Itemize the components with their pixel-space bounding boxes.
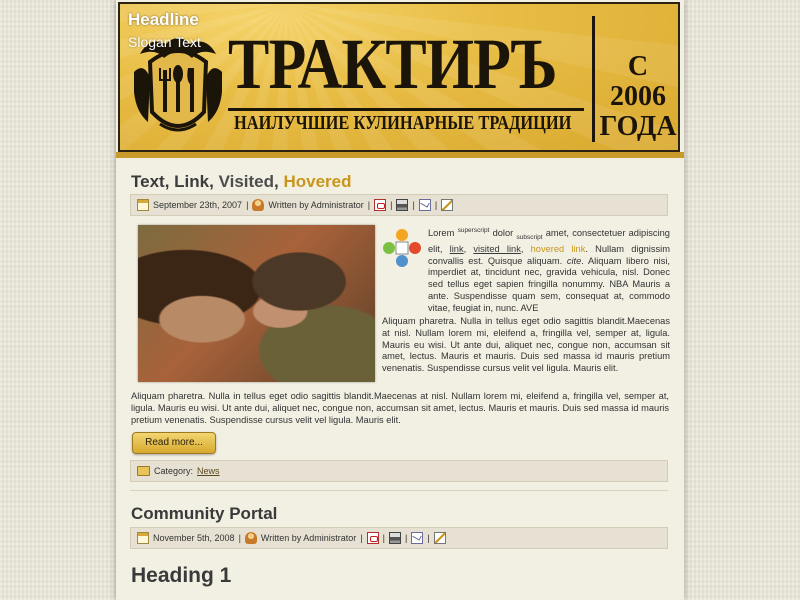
separator: | [367,200,371,210]
cite-text: cite [566,255,582,266]
article2-date: November 5th, 2008 [153,533,235,543]
title-text: Text [131,172,165,191]
email-icon[interactable] [418,199,431,211]
logo-rule [228,108,584,111]
read-more-button[interactable]: Read more... [132,432,216,454]
separator: | [434,200,438,210]
superscript-text: superscript [457,227,490,234]
article-paragraph-2: Aliquam pharetra. Nulla in tellus eget o… [382,316,670,374]
logo-title: ТРАКТИРЪ [228,24,557,104]
article-title: Text, Link, Visited, Hovered [131,172,351,192]
category-link[interactable]: News [197,466,220,476]
text-dolor: dolor [492,228,514,239]
user-icon [252,199,265,211]
separator: | [246,200,249,210]
print-icon[interactable] [388,532,401,544]
article2-author: Written by Administrator [260,533,357,543]
category-bar: Category: News [130,460,668,482]
article-author: Written by Administrator [268,200,364,210]
edit-icon[interactable] [433,532,446,544]
inline-hovered-link[interactable]: hovered link [531,244,586,254]
site-header: Headline Slogan Text ТРАКТИРЪ НАИЛУЧШИЕ … [118,2,680,152]
print-icon[interactable] [396,199,409,211]
article-meta-bar: September 23th, 2007 | Written by Admini… [130,194,668,216]
folder-icon [137,466,150,476]
title-sep: , [209,172,219,191]
pdf-icon[interactable] [374,199,387,211]
site-slogan: Slogan Text [128,34,201,50]
article-date: September 23th, 2007 [153,200,243,210]
calendar-icon [137,532,149,544]
separator: | [390,200,393,210]
since-word: ГОДА [599,111,677,142]
logo-divider [592,16,595,142]
inline-visited-link[interactable]: visited link [473,244,520,254]
inline-link[interactable]: link [450,244,464,254]
article-paragraph-intro: Lorem superscript dolor subscript amet, … [428,227,670,313]
separator: | [360,533,363,543]
site-headline[interactable]: Headline [128,10,199,30]
logo-tagline: НАИЛУЧШИЕ КУЛИНАРНЫЕ ТРАДИЦИИ [234,112,572,134]
title-hovered[interactable]: Hovered [283,172,351,191]
user-icon [244,532,257,544]
separator: | [412,200,415,210]
article-photo [138,225,375,382]
email-icon[interactable] [411,532,424,544]
calendar-icon [137,199,149,211]
title-link[interactable]: Link [174,172,209,191]
text-lorem: Lorem [428,228,455,239]
edit-icon[interactable] [441,199,454,211]
article-divider [130,490,668,491]
subscript-text: subscript [516,233,543,241]
header-bottom-border [116,152,684,158]
title-sep: , [164,172,175,191]
separator: | [404,533,408,543]
page-container: Headline Slogan Text ТРАКТИРЪ НАИЛУЧШИЕ … [116,0,684,600]
logo-since: С 2006 ГОДА [598,52,678,142]
article-paragraph-3: Aliquam pharetra. Nulla in tellus eget o… [131,391,669,425]
title-visited[interactable]: Visited [219,172,274,191]
category-label: Category: [154,466,194,476]
pdf-icon[interactable] [366,532,379,544]
heading-1: Heading 1 [131,564,232,587]
separator: | [238,533,241,543]
since-year: С 2006 [610,51,666,112]
separator: | [427,533,430,543]
joomla-logo-icon [383,229,421,267]
article2-title[interactable]: Community Portal [131,504,277,524]
separator: | [382,533,385,543]
article2-meta-bar: November 5th, 2008 | Written by Administ… [130,527,668,549]
